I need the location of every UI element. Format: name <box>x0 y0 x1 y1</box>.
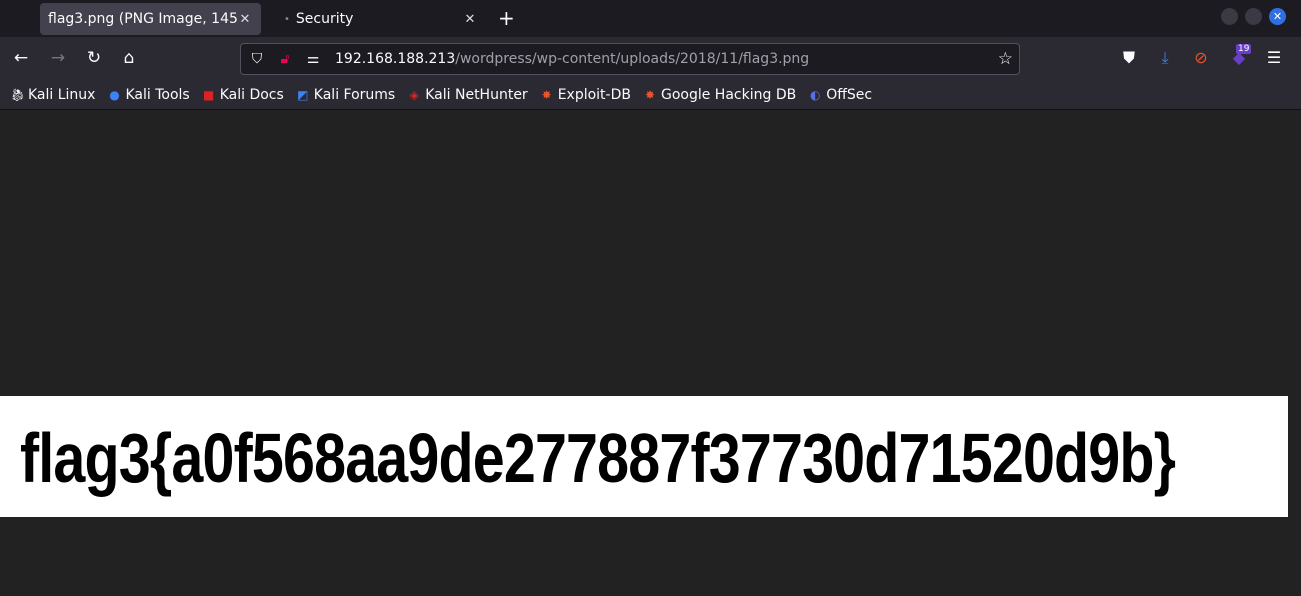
bookmark-kali-linux[interactable]: 🐉︎ Kali Linux <box>10 87 95 103</box>
tab-bar: flag3.png (PNG Image, 1458 × ✕ • Securit… <box>0 0 1301 37</box>
kali-docs-icon: ■ <box>203 88 215 102</box>
menu-icon[interactable]: ☰ <box>1263 48 1285 67</box>
bookmark-google-hacking-db[interactable]: ✸ Google Hacking DB <box>643 87 796 103</box>
bookmark-kali-tools[interactable]: ● Kali Tools <box>107 87 189 103</box>
bookmark-kali-nethunter[interactable]: ◈ Kali NetHunter <box>407 87 528 103</box>
kali-dragon-icon: 🐉︎ <box>10 88 26 102</box>
permissions-icon[interactable]: ⚌ <box>301 51 325 67</box>
kali-forums-icon: ◩ <box>297 88 309 102</box>
png-image: flag3{a0f568aa9de277887f37730d71520d9b} <box>0 396 1288 517</box>
maximize-button[interactable] <box>1245 8 1262 25</box>
tab-dot-icon: • <box>284 13 290 25</box>
minimize-button[interactable] <box>1221 8 1238 25</box>
tab-title: flag3.png (PNG Image, 1458 × <box>48 11 237 27</box>
home-button[interactable]: ⌂ <box>118 48 140 68</box>
exploit-db-icon: ✸ <box>541 88 552 102</box>
nethunter-icon: ◈ <box>409 88 419 102</box>
bookmark-exploit-db[interactable]: ✸ Exploit-DB <box>540 87 631 103</box>
url-bar[interactable]: ⛉ 🔓︎ ⚌ 192.168.188.213/wordpress/wp-cont… <box>240 43 1020 75</box>
forward-button[interactable]: → <box>47 48 69 68</box>
back-button[interactable]: ← <box>10 48 32 68</box>
bookmark-star-icon[interactable]: ☆ <box>998 49 1013 69</box>
close-tab-icon[interactable]: ✕ <box>237 12 253 27</box>
close-window-button[interactable]: ✕ <box>1269 8 1286 25</box>
tab-flag3[interactable]: flag3.png (PNG Image, 1458 × ✕ <box>40 3 261 35</box>
flag-text: flag3{a0f568aa9de277887f37730d71520d9b} <box>20 419 1176 497</box>
bookmark-offsec[interactable]: ◐ OffSec <box>808 87 872 103</box>
offsec-icon: ◐ <box>809 88 821 102</box>
nav-toolbar: ← → ↻ ⌂ ⛉ 🔓︎ ⚌ 192.168.188.213/wordpress… <box>0 37 1301 81</box>
new-tab-button[interactable]: + <box>498 6 515 30</box>
pocket-icon[interactable]: ⛊ <box>1118 48 1140 68</box>
bookmark-kali-docs[interactable]: ■ Kali Docs <box>202 87 284 103</box>
tab-security[interactable]: • Security ✕ <box>276 3 486 35</box>
extensions-badge: 19 <box>1236 44 1252 54</box>
tab-title: Security <box>295 11 354 27</box>
bookmark-kali-forums[interactable]: ◩ Kali Forums <box>296 87 395 103</box>
url-text[interactable]: 192.168.188.213/wordpress/wp-content/upl… <box>335 51 809 67</box>
bookmarks-bar: 🐉︎ Kali Linux ● Kali Tools ■ Kali Docs ◩ Kal… <box>0 81 1301 110</box>
downloads-icon[interactable]: ⤓ <box>1154 48 1176 68</box>
shield-icon[interactable]: ⛉ <box>245 51 269 67</box>
kali-tools-icon: ● <box>109 88 120 102</box>
close-tab-icon[interactable]: ✕ <box>462 12 478 27</box>
ghdb-icon: ✸ <box>644 88 656 102</box>
insecure-lock-icon[interactable]: 🔓︎ <box>273 51 297 67</box>
reload-button[interactable]: ↻ <box>83 48 105 68</box>
extension-icon[interactable]: ⊘ <box>1190 48 1212 67</box>
